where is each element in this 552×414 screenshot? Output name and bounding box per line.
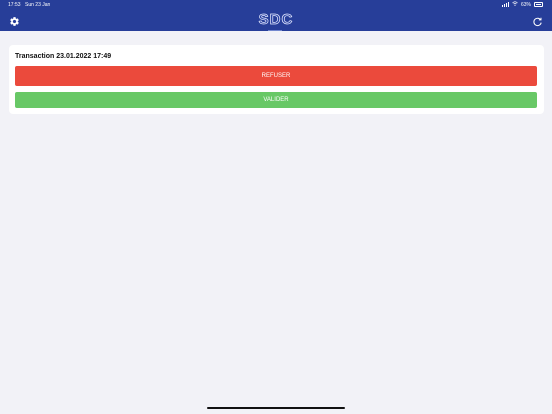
app-header: 17:53 Sun 23 Jan 63% SDC: [0, 0, 552, 31]
refresh-button[interactable]: [532, 14, 543, 27]
status-time: 17:53: [8, 2, 21, 8]
header-notch: [268, 30, 282, 31]
battery-percent: 63%: [520, 1, 531, 8]
refuse-button[interactable]: REFUSER: [15, 66, 537, 86]
signal-icon: [501, 2, 509, 7]
status-indicators: 63%: [501, 1, 543, 8]
status-date: Sun 23 Jan: [25, 2, 51, 8]
refresh-icon: [533, 17, 542, 27]
validate-button[interactable]: VALIDER: [15, 92, 537, 108]
wifi-icon: [512, 1, 518, 8]
home-indicator[interactable]: [207, 407, 345, 409]
transaction-title: Transaction 23.01.2022 17:49: [15, 53, 112, 60]
app-title-logo: SDC: [258, 11, 294, 29]
status-bar: 17:53 Sun 23 Jan 63%: [0, 0, 552, 10]
battery-icon: [534, 2, 543, 7]
transaction-card: Transaction 23.01.2022 17:49 REFUSER VAL…: [9, 45, 544, 114]
